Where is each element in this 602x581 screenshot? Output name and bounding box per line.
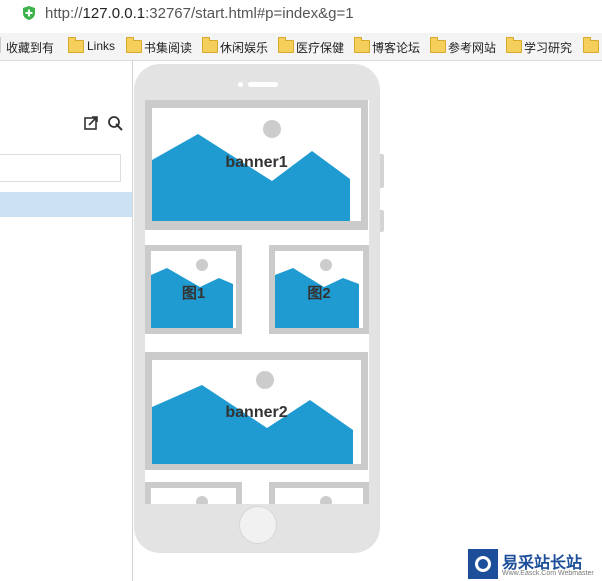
address-bar[interactable]: http://127.0.0.1:32767/start.html#p=inde…	[0, 0, 602, 30]
selected-page-row[interactable]	[0, 192, 132, 217]
bookmarks-bar: 收藏到有 Links 书集阅读 休闲娱乐 医疗保健 博客论坛 参考网站 学习研究	[0, 33, 602, 61]
bookmark-reference[interactable]: 参考网站	[448, 39, 496, 56]
image-frame: banner1	[152, 108, 361, 221]
image-frame: 图1	[151, 251, 236, 328]
bookmark-leisure[interactable]: 休闲娱乐	[220, 39, 268, 56]
url-text[interactable]: http://127.0.0.1:32767/start.html#p=inde…	[45, 5, 354, 22]
folder-icon	[126, 37, 142, 53]
folder-icon	[354, 37, 370, 53]
url-scheme: http://	[45, 5, 83, 22]
image-frame	[275, 488, 363, 504]
pin-icon[interactable]	[107, 115, 123, 131]
image-placeholder-icon	[320, 496, 332, 504]
search-input[interactable]	[0, 154, 121, 182]
image3-placeholder[interactable]	[145, 482, 242, 504]
phone-home-button	[239, 506, 277, 544]
left-panel	[0, 61, 133, 581]
image2-label: 图2	[307, 285, 331, 302]
bookmark-study[interactable]: 学习研究	[524, 39, 572, 56]
image-frame: banner2	[152, 360, 361, 464]
bookmark-healthcare[interactable]: 医疗保健	[296, 39, 344, 56]
banner2-label: banner2	[225, 404, 288, 421]
folder-icon	[506, 37, 522, 53]
banner2-placeholder[interactable]: banner2	[145, 352, 368, 470]
folder-icon	[430, 37, 446, 53]
bookmark-book-reading[interactable]: 书集阅读	[144, 39, 192, 56]
banner1-label: banner1	[225, 154, 288, 171]
banner1-placeholder[interactable]: banner1	[145, 100, 368, 230]
phone-side-button	[380, 210, 384, 232]
image-frame	[151, 488, 236, 504]
bookmarks-separator	[0, 37, 1, 53]
bookmark-blog-forum[interactable]: 博客论坛	[372, 39, 420, 56]
bookmark-links[interactable]: Links	[87, 39, 115, 53]
phone-speaker	[248, 82, 278, 87]
phone-screen: banner1 图1 图2 banner2	[145, 100, 369, 504]
site-watermark: 易采站长站 Www.Easck.Com Webmaster	[466, 547, 602, 581]
phone-side-button	[380, 154, 384, 188]
folder-icon[interactable]	[583, 37, 599, 53]
image1-placeholder[interactable]: 图1	[145, 245, 242, 334]
image2-placeholder[interactable]: 图2	[269, 245, 369, 334]
phone-camera	[238, 82, 243, 87]
watermark-subtitle: Www.Easck.Com Webmaster	[502, 570, 594, 577]
phone-mockup: banner1 图1 图2 banner2	[134, 64, 384, 553]
url-host: 127.0.0.1	[82, 5, 146, 22]
image4-placeholder[interactable]	[269, 482, 369, 504]
image-placeholder-icon	[196, 496, 208, 504]
site-logo-icon	[468, 549, 498, 579]
export-icon[interactable]	[83, 115, 99, 131]
folder-icon	[202, 37, 218, 53]
url-path: :32767/start.html#p=index&g=1	[145, 5, 354, 22]
folder-icon	[68, 37, 84, 53]
image1-label: 图1	[181, 285, 206, 302]
bookmark-favorites[interactable]: 收藏到有	[6, 39, 54, 56]
image-frame: 图2	[275, 251, 363, 328]
shield-icon	[23, 6, 35, 20]
folder-icon	[278, 37, 294, 53]
